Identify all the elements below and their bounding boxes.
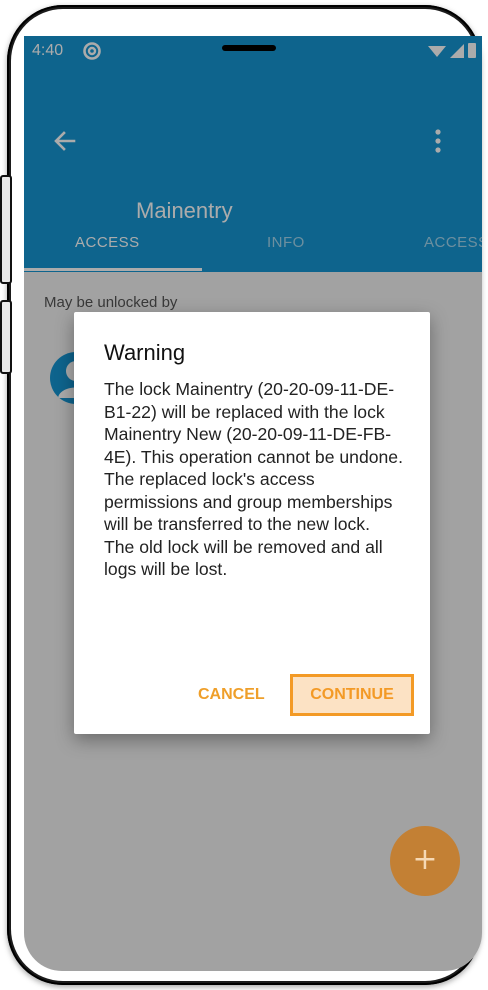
page: 4:40 Mainentry ACCESS INFO ACCES May be … bbox=[0, 0, 488, 990]
power-button bbox=[0, 300, 12, 374]
add-fab-button[interactable]: + bbox=[390, 826, 460, 896]
continue-button[interactable]: CONTINUE bbox=[290, 674, 414, 716]
warning-dialog: Warning The lock Mainentry (20-20-09-11-… bbox=[74, 312, 430, 734]
dialog-title: Warning bbox=[104, 340, 186, 365]
dialog-message: The lock Mainentry (20-20-09-11-DE-B1-22… bbox=[104, 379, 403, 579]
phone-screen: 4:40 Mainentry ACCESS INFO ACCES May be … bbox=[24, 36, 482, 971]
dialog-actions: CANCEL CONTINUE bbox=[74, 674, 430, 722]
plus-icon: + bbox=[412, 842, 438, 877]
volume-button bbox=[0, 175, 12, 284]
cancel-button[interactable]: CANCEL bbox=[198, 686, 265, 704]
